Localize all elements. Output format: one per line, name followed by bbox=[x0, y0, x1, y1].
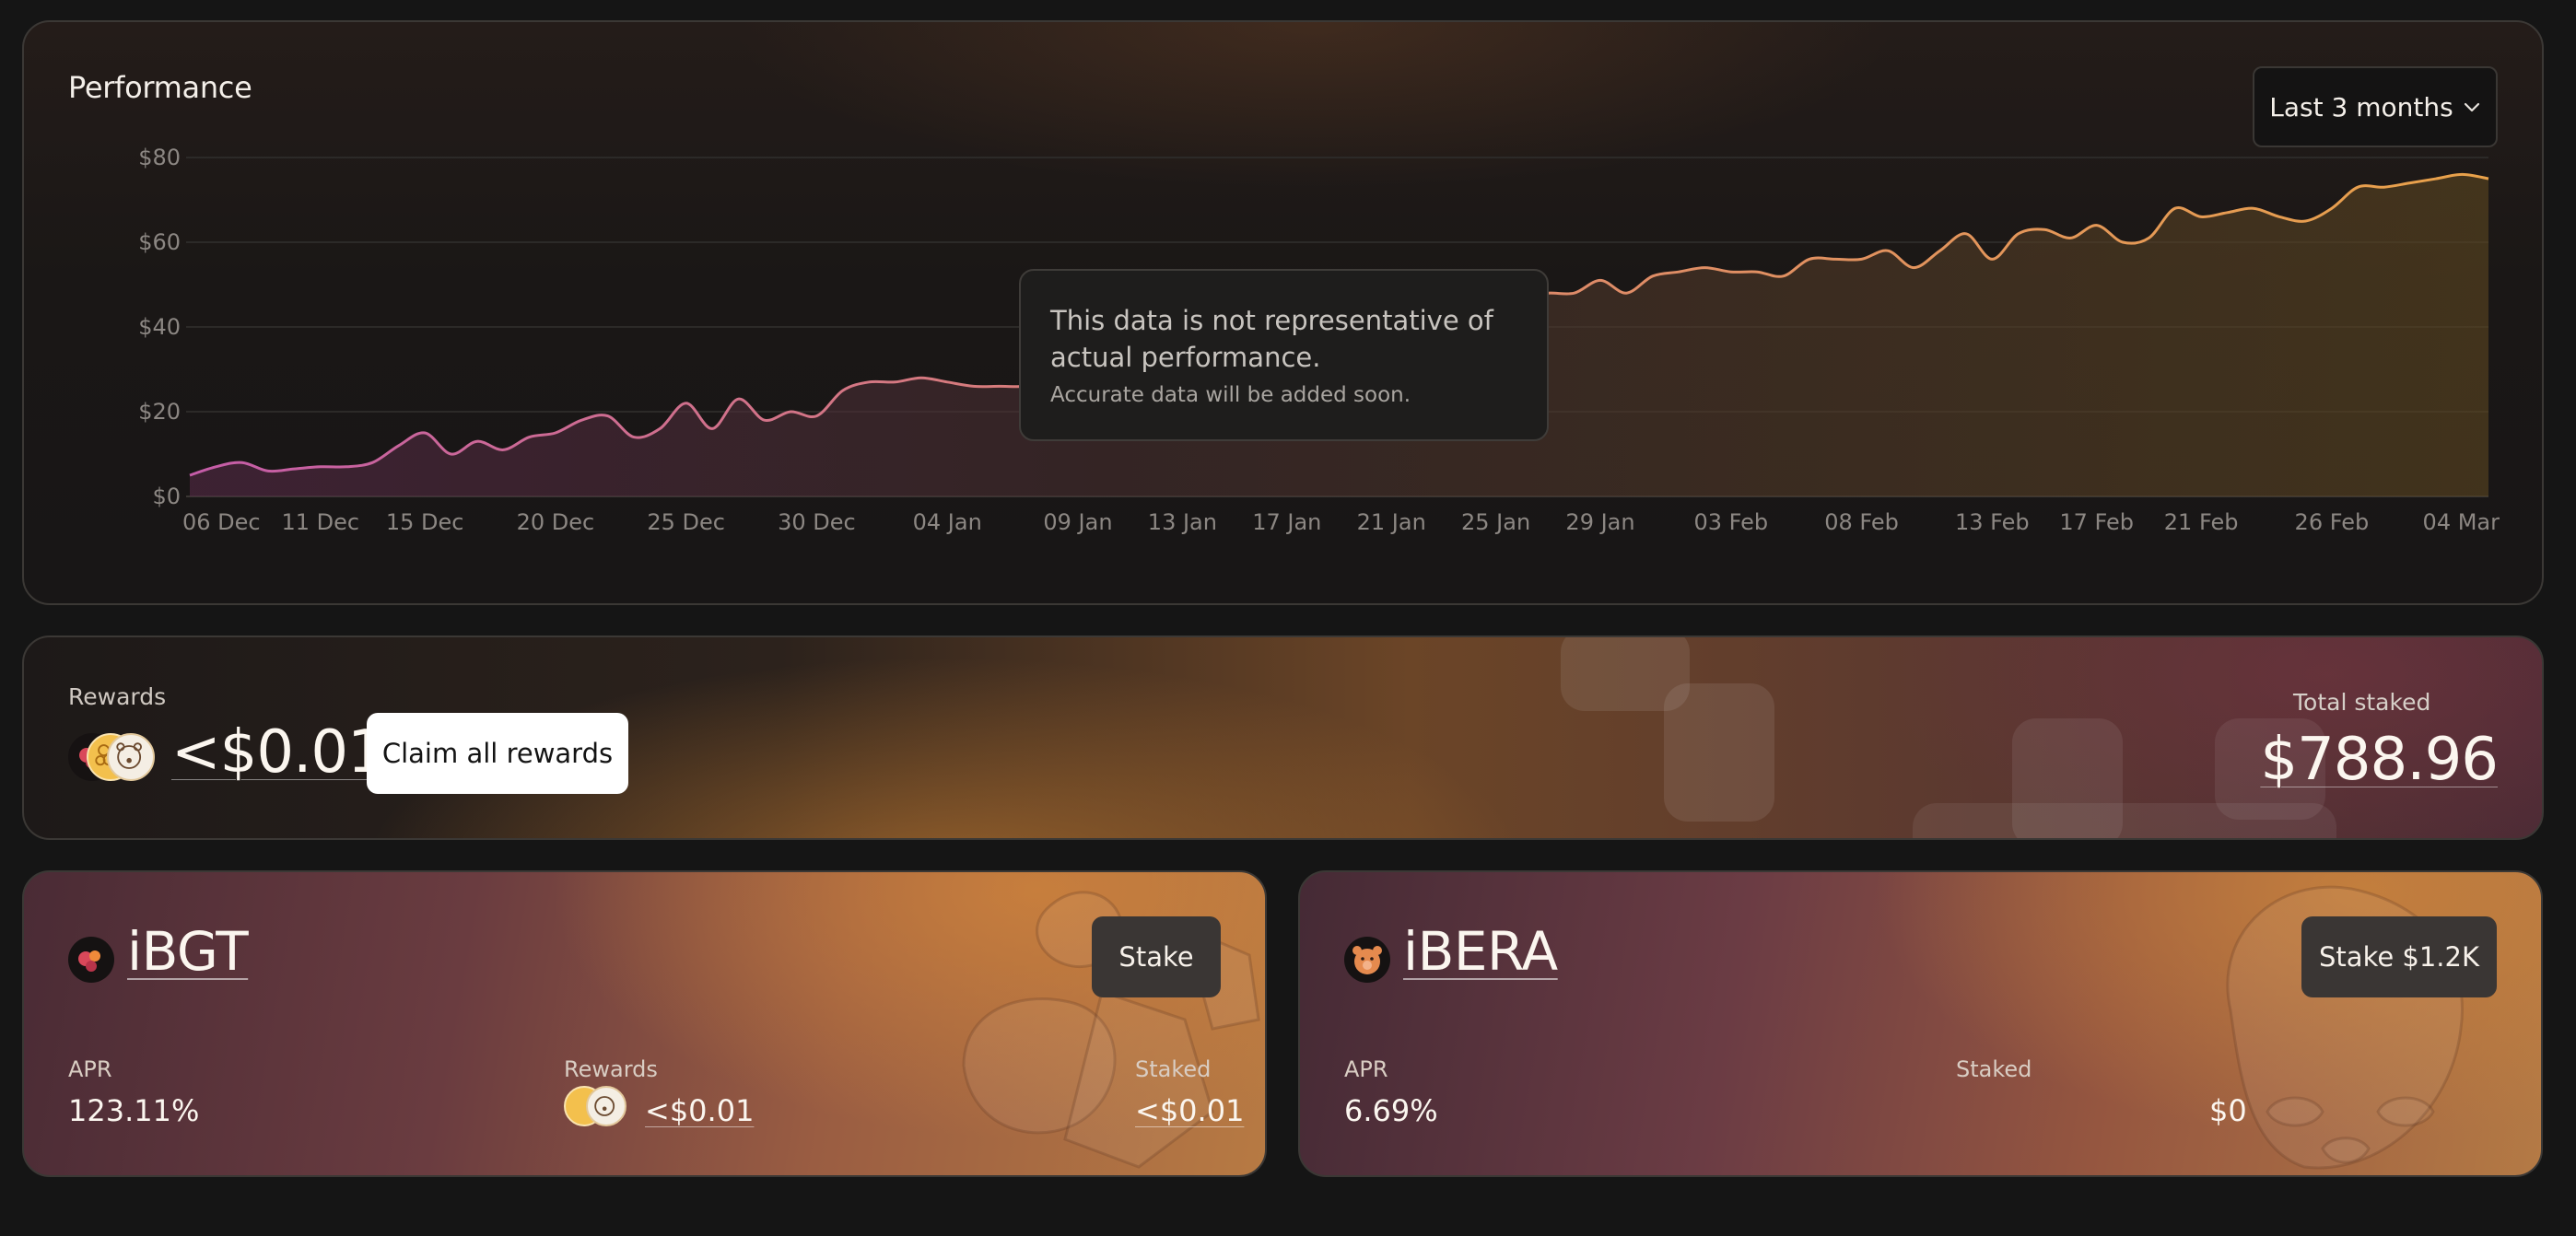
ibgt-vault-card: iBGT Stake APR 123.11% Rewards <$0.01 St… bbox=[22, 870, 1267, 1177]
x-tick-label: 21 Feb bbox=[2164, 509, 2239, 535]
x-tick-label: 15 Dec bbox=[386, 509, 464, 535]
vault-name[interactable]: iBGT bbox=[127, 920, 249, 983]
x-tick-label: 25 Jan bbox=[1461, 509, 1530, 535]
stake-button[interactable]: Stake $1.2K bbox=[2301, 916, 2497, 997]
rewards-value[interactable]: <$0.01 bbox=[645, 1093, 754, 1128]
stake-button[interactable]: Stake bbox=[1092, 916, 1221, 997]
x-tick-label: 17 Feb bbox=[2059, 509, 2134, 535]
staked-value: $0 bbox=[2209, 1093, 2247, 1128]
x-tick-label: 03 Feb bbox=[1693, 509, 1768, 535]
disclaimer-subtext: Accurate data will be added soon. bbox=[1050, 383, 1411, 407]
x-tick-label: 11 Dec bbox=[281, 509, 359, 535]
performance-title: Performance bbox=[68, 70, 252, 105]
bear-token-icon bbox=[586, 1086, 626, 1126]
total-staked-value[interactable]: $788.96 bbox=[2260, 726, 2499, 794]
ibera-token-icon bbox=[1344, 937, 1390, 983]
x-tick-label: 20 Dec bbox=[517, 509, 595, 535]
x-tick-label: 21 Jan bbox=[1357, 509, 1426, 535]
bear-token-icon bbox=[107, 733, 155, 781]
apr-value: 123.11% bbox=[68, 1093, 200, 1128]
y-tick-label: $0 bbox=[152, 484, 181, 509]
total-staked-label: Total staked bbox=[2293, 689, 2431, 716]
rewards-card: Rewards <$0.01 Claim all rewards Total s… bbox=[22, 635, 2544, 840]
disclaimer-text: This data is not representative of actua… bbox=[1050, 305, 1493, 373]
apr-label: APR bbox=[68, 1056, 112, 1082]
performance-card: $0 $20 $40 $60 $80 06 Dec 11 Dec 15 Dec 20 Dec 2… bbox=[22, 20, 2544, 605]
reward-token-stack bbox=[564, 1084, 638, 1130]
x-tick-label: 17 Jan bbox=[1252, 509, 1321, 535]
x-tick-label: 08 Feb bbox=[1824, 509, 1899, 535]
time-range-dropdown[interactable]: Last 3 months bbox=[2253, 66, 2498, 147]
x-tick-label: 06 Dec bbox=[182, 509, 261, 535]
x-tick-label: 09 Jan bbox=[1043, 509, 1112, 535]
rewards-amount[interactable]: <$0.01 bbox=[171, 718, 385, 787]
vault-name[interactable]: iBERA bbox=[1403, 920, 1558, 983]
x-tick-label: 26 Feb bbox=[2295, 509, 2370, 535]
x-tick-label: 04 Jan bbox=[913, 509, 982, 535]
staked-label: Staked bbox=[1135, 1056, 1212, 1082]
x-tick-label: 29 Jan bbox=[1565, 509, 1634, 535]
background-shape bbox=[1664, 683, 1774, 822]
staked-value[interactable]: <$0.01 bbox=[1135, 1093, 1244, 1128]
background-shape bbox=[1913, 803, 2336, 838]
chevron-down-icon bbox=[2464, 102, 2479, 112]
ibera-vault-card: iBERA Stake $1.2K APR 6.69% Staked $0 bbox=[1298, 870, 2543, 1177]
claim-all-rewards-button[interactable]: Claim all rewards bbox=[367, 713, 628, 794]
staked-label: Staked bbox=[1956, 1056, 2032, 1082]
y-tick-label: $20 bbox=[138, 399, 181, 425]
apr-label: APR bbox=[1344, 1056, 1388, 1082]
x-tick-label: 04 Mar bbox=[2423, 509, 2500, 535]
ibgt-token-icon bbox=[68, 937, 114, 983]
x-tick-label: 25 Dec bbox=[647, 509, 725, 535]
data-disclaimer-tooltip: This data is not representative of actua… bbox=[1019, 269, 1549, 441]
x-tick-label: 30 Dec bbox=[778, 509, 856, 535]
rewards-label: Rewards bbox=[564, 1056, 658, 1082]
time-range-label: Last 3 months bbox=[2269, 91, 2453, 122]
x-tick-label: 13 Jan bbox=[1148, 509, 1217, 535]
y-tick-label: $40 bbox=[138, 314, 181, 340]
rewards-label: Rewards bbox=[68, 683, 167, 710]
reward-token-stack bbox=[68, 731, 179, 783]
y-tick-label: $60 bbox=[138, 229, 181, 255]
apr-value: 6.69% bbox=[1344, 1093, 1438, 1128]
y-tick-label: $80 bbox=[138, 145, 181, 170]
x-tick-label: 13 Feb bbox=[1955, 509, 2030, 535]
